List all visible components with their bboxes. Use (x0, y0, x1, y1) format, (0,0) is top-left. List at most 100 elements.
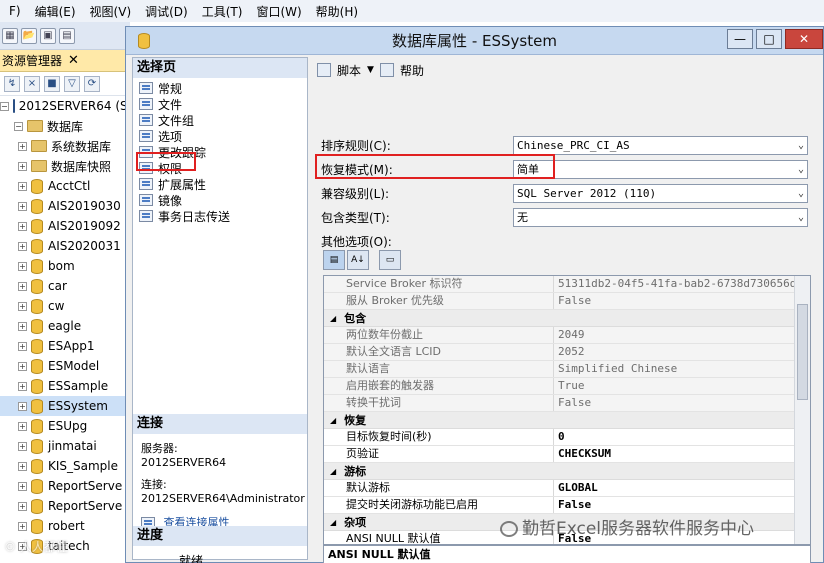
save-icon[interactable]: ▣ (40, 27, 56, 44)
expand-icon[interactable]: + (18, 261, 27, 271)
tree-item[interactable]: + ESApp1 (0, 336, 129, 356)
grid-row-value[interactable]: Simplified Chinese (554, 361, 810, 377)
stop-icon[interactable]: ■ (44, 75, 60, 92)
recovery-model-combo[interactable]: 简单 ⌄ (513, 160, 808, 179)
grid-row[interactable]: 转换干扰词 False (324, 395, 810, 412)
grid-row-value[interactable]: 2052 (554, 344, 810, 360)
menu-tools[interactable]: 工具(T) (195, 3, 250, 20)
grid-row-value[interactable]: False (554, 395, 810, 411)
tree-item[interactable]: + ReportServe (0, 476, 129, 496)
grid-row[interactable]: 默认语言 Simplified Chinese (324, 361, 810, 378)
scroll-thumb[interactable] (797, 304, 808, 400)
tree-item[interactable]: + ESUpg (0, 416, 129, 436)
refresh-icon[interactable]: ⟳ (84, 75, 100, 92)
grid-row[interactable]: 页验证 CHECKSUM (324, 446, 810, 463)
grid-row[interactable]: 默认游标 GLOBAL (324, 480, 810, 497)
grid-scrollbar[interactable] (794, 276, 810, 544)
expand-icon[interactable]: + (18, 241, 27, 251)
expand-icon[interactable]: + (18, 161, 27, 171)
tree-item[interactable]: + AIS2020031 (0, 236, 129, 256)
collapse-icon[interactable]: ◢ (330, 416, 336, 425)
grid-row[interactable]: 服从 Broker 优先级 False (324, 293, 810, 310)
property-grid[interactable]: Service Broker 标识符 51311db2-04f5-41fa-bab… (323, 275, 811, 545)
tree-item[interactable]: + AcctCtl (0, 176, 129, 196)
grid-row-value[interactable]: 2049 (554, 327, 810, 343)
page-item[interactable]: 常规 (133, 80, 307, 96)
grid-row-value[interactable]: CHECKSUM (554, 446, 810, 462)
expand-icon[interactable]: + (18, 461, 27, 471)
grid-row[interactable]: 目标恢复时间(秒) 0 (324, 429, 810, 446)
grid-category[interactable]: ◢ 游标 (324, 463, 810, 480)
collation-combo[interactable]: Chinese_PRC_CI_AS ⌄ (513, 136, 808, 155)
expand-icon[interactable]: + (18, 321, 27, 331)
help-button[interactable]: 帮助 (400, 62, 424, 79)
tree-item[interactable]: + bom (0, 256, 129, 276)
expand-icon[interactable]: + (18, 301, 27, 311)
close-button[interactable]: ✕ (785, 29, 823, 49)
grid-row[interactable]: 启用嵌套的触发器 True (324, 378, 810, 395)
expand-icon[interactable]: + (18, 181, 27, 191)
disconnect-icon[interactable]: × (24, 75, 40, 92)
menu-edit[interactable]: 编辑(E) (28, 3, 83, 20)
grid-row-value[interactable]: 0 (554, 429, 810, 445)
collapse-icon[interactable]: ◢ (330, 518, 336, 527)
page-item[interactable]: 扩展属性 (133, 176, 307, 192)
dropdown-arrow-icon[interactable]: ▼ (367, 65, 374, 75)
expand-icon[interactable]: + (18, 441, 27, 451)
tree-server[interactable]: − 2012SERVER64 (SQ (0, 96, 129, 116)
tree-item[interactable]: + robert (0, 516, 129, 536)
expand-icon[interactable]: + (18, 381, 27, 391)
grid-row-value[interactable]: GLOBAL (554, 480, 810, 496)
compatibility-level-combo[interactable]: SQL Server 2012 (110) ⌄ (513, 184, 808, 203)
expand-icon[interactable]: + (18, 201, 27, 211)
grid-row-value[interactable]: False (554, 293, 810, 309)
tree-item[interactable]: + AIS2019030 (0, 196, 129, 216)
grid-row[interactable]: 默认全文语言 LCID 2052 (324, 344, 810, 361)
tree-item[interactable]: + cw (0, 296, 129, 316)
grid-row-value[interactable]: 51311db2-04f5-41fa-bab2-6738d730656d (554, 276, 810, 292)
expand-icon[interactable]: + (18, 521, 27, 531)
sort-alpha-icon[interactable]: A↓ (347, 250, 369, 270)
categorized-icon[interactable]: ▤ (323, 250, 345, 270)
expand-icon[interactable]: + (18, 341, 27, 351)
expand-icon[interactable]: + (18, 141, 27, 151)
grid-icon[interactable]: ▦ (2, 27, 18, 44)
tree-item[interactable]: + car (0, 276, 129, 296)
tree-item[interactable]: + 数据库快照 (0, 156, 129, 176)
menu-help[interactable]: 帮助(H) (309, 3, 365, 20)
expand-icon[interactable]: + (18, 281, 27, 291)
collapse-icon[interactable]: ◢ (330, 314, 336, 323)
page-item[interactable]: 镜像 (133, 192, 307, 208)
tree-item[interactable]: + eagle (0, 316, 129, 336)
tree-item[interactable]: + ESSample (0, 376, 129, 396)
filter-icon[interactable]: ▽ (64, 75, 80, 92)
tree-item[interactable]: + jinmatai (0, 436, 129, 456)
menu-view[interactable]: 视图(V) (83, 3, 139, 20)
tree-item[interactable]: + KIS_Sample (0, 456, 129, 476)
grid-row-value[interactable]: False (554, 497, 810, 513)
page-item[interactable]: 文件 (133, 96, 307, 112)
page-item[interactable]: 事务日志传送 (133, 208, 307, 224)
grid-row-value[interactable]: True (554, 378, 810, 394)
connect-icon[interactable]: ↯ (4, 75, 20, 92)
tree-item[interactable]: + ReportServe (0, 496, 129, 516)
tree-item[interactable]: + ESSystem (0, 396, 129, 416)
grid-category[interactable]: ◢ 恢复 (324, 412, 810, 429)
menu-file[interactable]: F) (2, 4, 28, 18)
tree-databases[interactable]: − 数据库 (0, 116, 129, 136)
tree-item[interactable]: + ESModel (0, 356, 129, 376)
menu-debug[interactable]: 调试(D) (138, 3, 195, 20)
collapse-icon[interactable]: ◢ (330, 467, 336, 476)
page-item[interactable]: 选项 (133, 128, 307, 144)
expand-icon[interactable]: + (18, 501, 27, 511)
expand-icon[interactable]: + (18, 361, 27, 371)
page-item[interactable]: 文件组 (133, 112, 307, 128)
grid-row[interactable]: 提交时关闭游标功能已启用 False (324, 497, 810, 514)
grid-row[interactable]: Service Broker 标识符 51311db2-04f5-41fa-bab… (324, 276, 810, 293)
grid-row[interactable]: 两位数年份截止 2049 (324, 327, 810, 344)
property-pages-icon[interactable]: ▭ (379, 250, 401, 270)
expand-icon[interactable]: + (18, 401, 27, 411)
minimize-button[interactable]: — (727, 29, 753, 49)
close-icon[interactable]: ✕ (68, 53, 79, 68)
expand-icon[interactable]: + (18, 421, 27, 431)
